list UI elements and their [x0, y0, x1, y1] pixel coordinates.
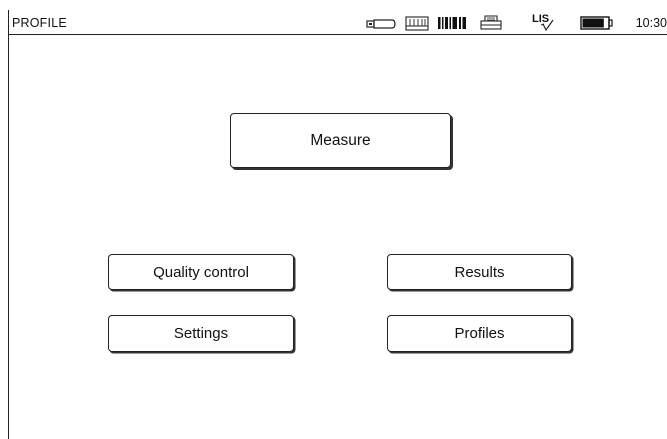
screen-frame [8, 10, 667, 439]
status-icons: LIS 10:30 [8, 10, 667, 35]
lis-label: LIS [532, 13, 549, 25]
quality-control-button[interactable]: Quality control [108, 254, 294, 290]
printer-icon [480, 15, 502, 30]
results-button[interactable]: Results [387, 254, 572, 290]
measure-button[interactable]: Measure [230, 113, 451, 168]
usb-stick-icon [366, 19, 396, 29]
battery-icon [580, 16, 613, 30]
top-status-bar: PROFILE LIS 10:30 [8, 10, 667, 35]
clock: 10:30 [635, 16, 667, 30]
keyboard-icon [405, 16, 429, 31]
barcode-icon [438, 17, 466, 29]
lis-connection-icon: LIS [532, 13, 554, 32]
settings-button[interactable]: Settings [108, 315, 294, 352]
profiles-button[interactable]: Profiles [387, 315, 572, 352]
